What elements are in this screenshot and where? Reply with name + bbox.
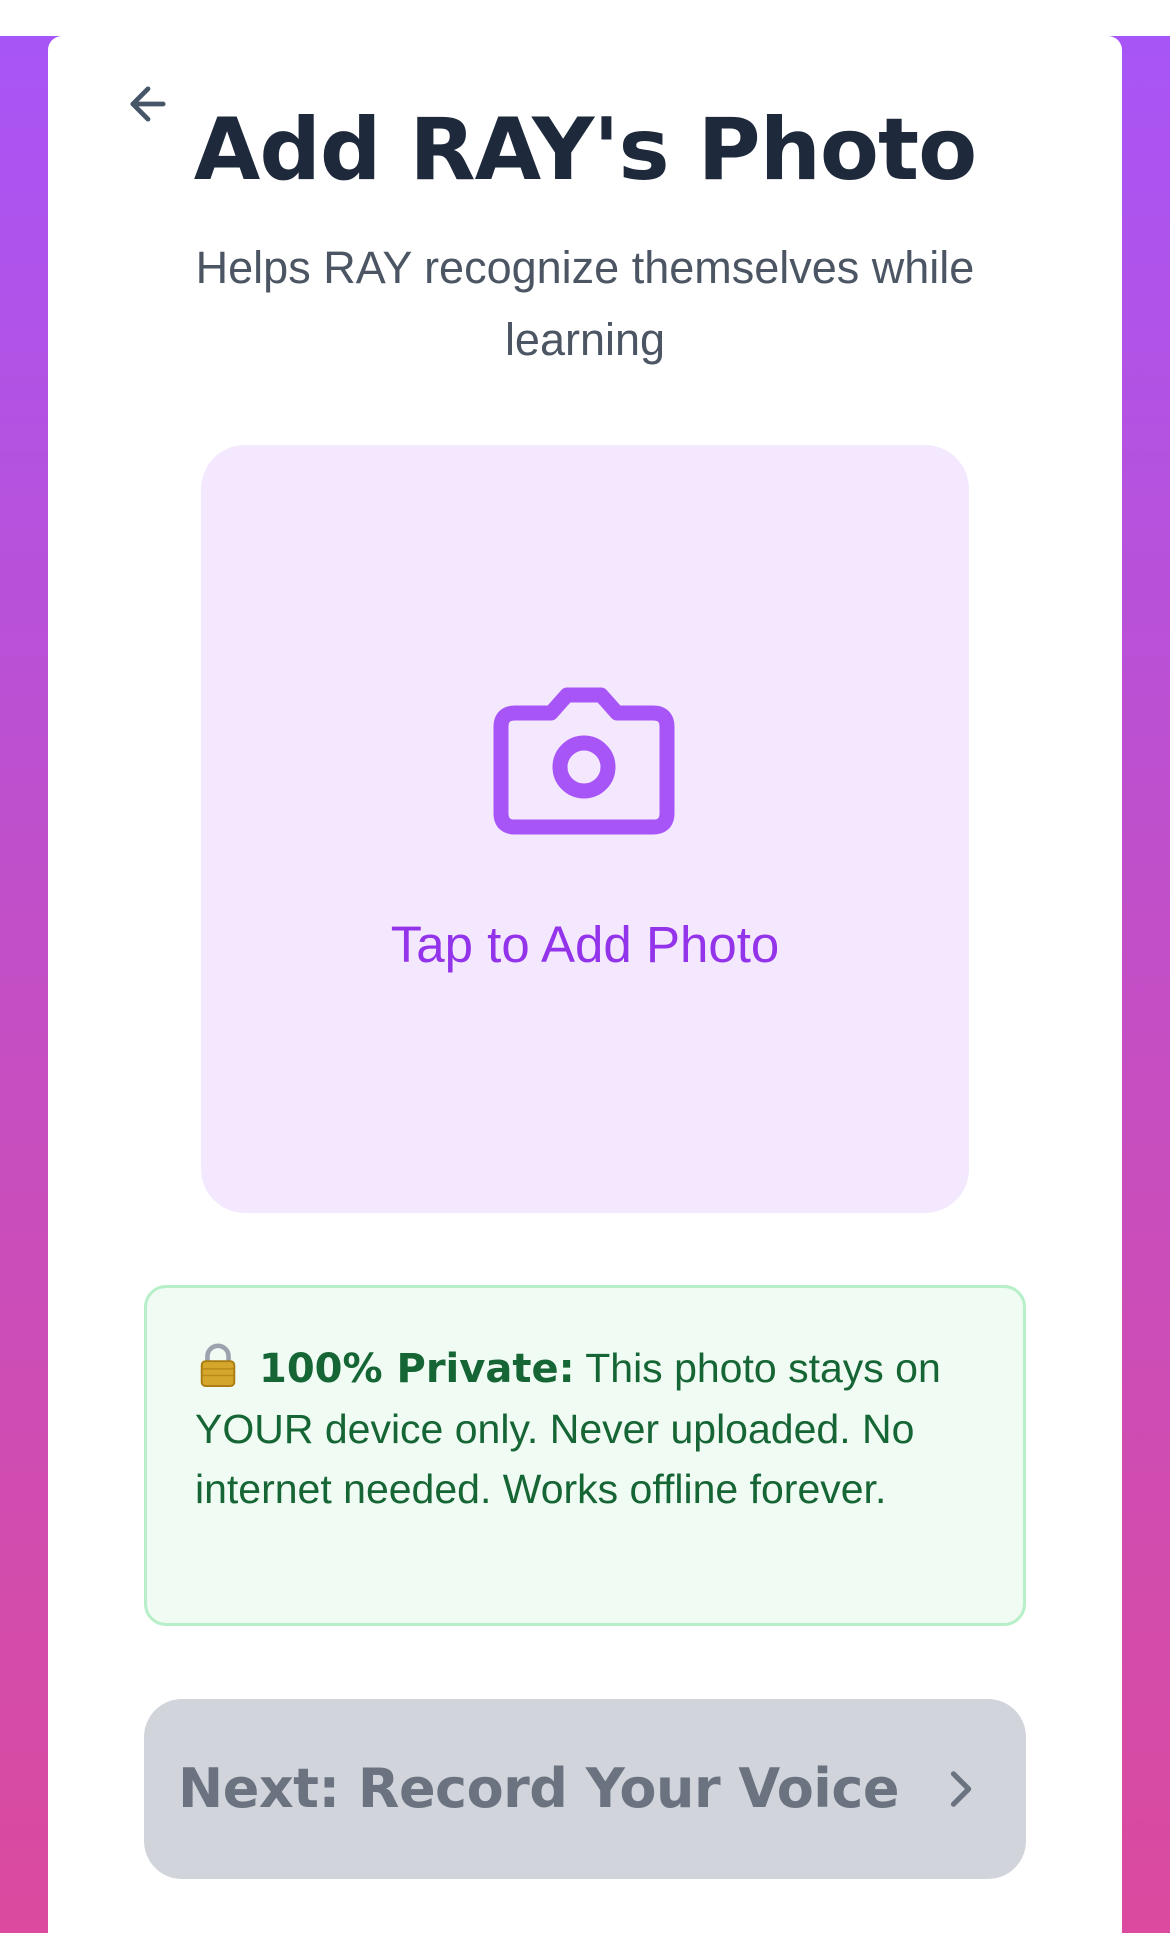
- next-button-label: Next: Record Your Voice: [178, 1757, 899, 1820]
- next-record-voice-button[interactable]: Next: Record Your Voice: [144, 1699, 1026, 1879]
- privacy-notice: 100% Private: This photo stays on YOUR d…: [144, 1285, 1026, 1626]
- add-photo-button[interactable]: Tap to Add Photo: [201, 445, 969, 1213]
- add-photo-label: Tap to Add Photo: [390, 916, 780, 973]
- lock-icon: [200, 1343, 236, 1388]
- privacy-heading: 100% Private:: [259, 1346, 575, 1392]
- page-title: Add RAY's Photo: [193, 100, 977, 200]
- camera-icon: [493, 687, 675, 835]
- top-bar: [0, 0, 1170, 36]
- page-subtitle: Helps RAY recognize themselves while lea…: [195, 242, 975, 365]
- chevron-right-icon: [950, 1771, 972, 1807]
